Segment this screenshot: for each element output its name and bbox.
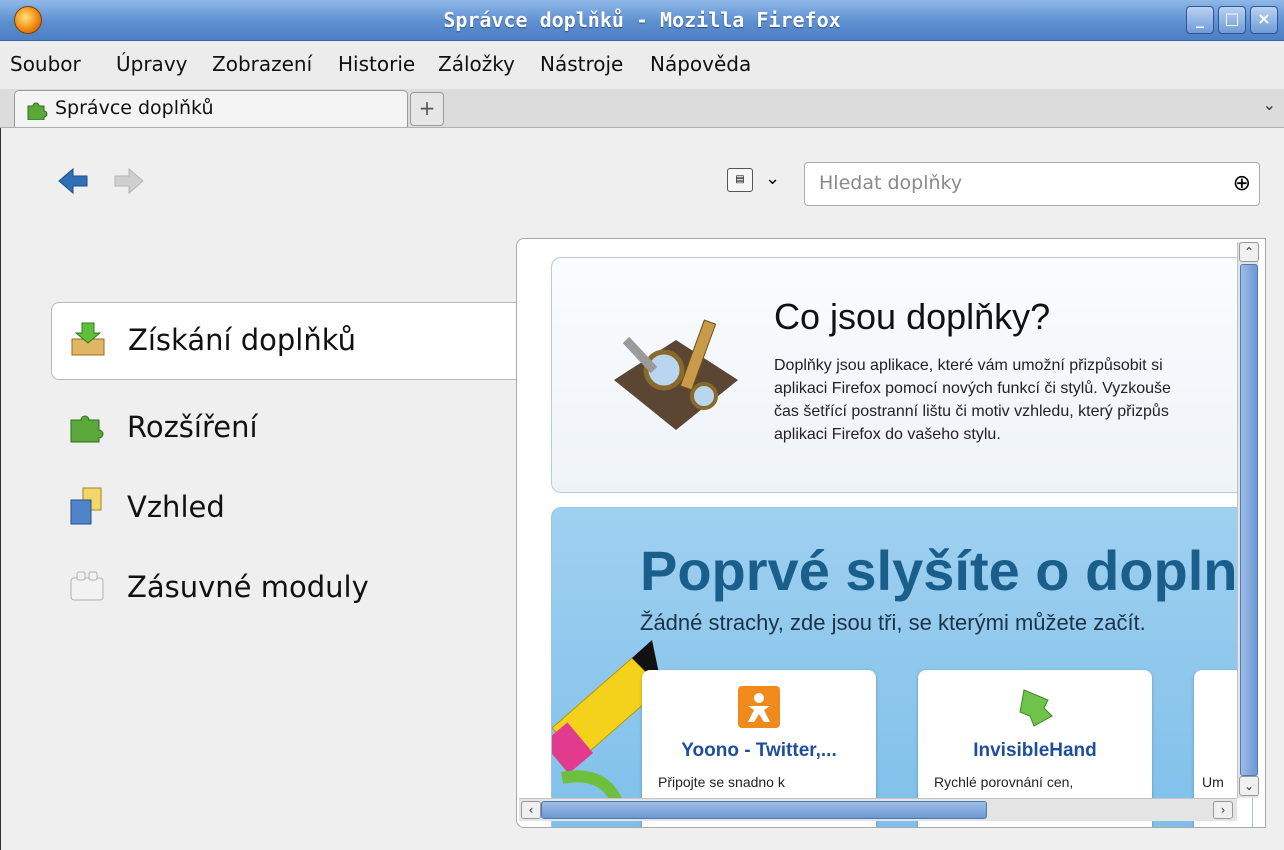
discover-panel: Co jsou doplňky? Doplňky jsou aplikace, … (516, 238, 1266, 828)
search-input[interactable] (817, 171, 1201, 195)
addons-manager-page: ▤ ⌄ ⊕ Získání doplňků Rozšíření Vzhled Z… (0, 128, 1284, 850)
intro-line: Doplňky jsou aplikace, které vám umožní … (774, 357, 1163, 374)
get-addons-icon (71, 322, 105, 356)
intro-title: Co jsou doplňky? (774, 296, 1051, 337)
menu-nastroje[interactable]: Nástroje (540, 52, 623, 76)
yoono-logo-icon (738, 686, 780, 728)
menu-soubor[interactable]: Soubor (10, 52, 81, 76)
addon-description: Rychlé porovnání cen, (934, 774, 1074, 790)
search-options-icon[interactable]: ▤ (727, 168, 753, 192)
scroll-down-arrow-icon[interactable]: ⌄ (1239, 776, 1259, 796)
menu-bar: Soubor Úpravy Zobrazení Historie Záložky… (0, 41, 1284, 89)
puzzle-icon (27, 102, 48, 120)
horizontal-scroll-thumb[interactable] (541, 801, 987, 819)
puzzle-icon (70, 415, 104, 443)
minimize-button[interactable]: _ (1186, 6, 1214, 34)
promo-subheading: Žádné strachy, zde jsou tři, se kterými … (640, 610, 1146, 635)
menu-zobrazeni[interactable]: Zobrazení (212, 52, 312, 76)
category-appearance[interactable]: Vzhled (51, 470, 521, 546)
tab-bar: Správce doplňků + ⌄ (0, 89, 1284, 128)
category-label: Vzhled (127, 490, 225, 524)
menu-upravy[interactable]: Úpravy (116, 52, 187, 76)
binoculars-icon[interactable]: ⊕ (1233, 171, 1251, 196)
tab-list-chevron-icon[interactable]: ⌄ (1263, 95, 1276, 114)
category-label: Získání doplňků (128, 323, 357, 357)
appearance-icon (70, 487, 102, 525)
intro-line: čas šetřící postranní lištu či motiv vzh… (774, 403, 1169, 420)
addon-description: Připojte se snadno k (658, 774, 785, 790)
scroll-up-arrow-icon[interactable]: ⌃ (1239, 242, 1259, 262)
addon-description: Um (1202, 774, 1224, 790)
intro-description: Doplňky jsou aplikace, které vám umožní … (774, 354, 1252, 446)
scroll-right-arrow-icon[interactable]: › (1213, 801, 1233, 819)
intro-line: aplikaci Firefox do vašeho stylu. (774, 426, 1001, 443)
tab-label: Správce doplňků (55, 97, 214, 119)
search-box[interactable]: ⊕ (804, 162, 1260, 206)
vertical-scrollbar[interactable]: ⌃ ⌄ (1237, 242, 1259, 798)
title-bar: Správce doplňků - Mozilla Firefox _ □ × (0, 0, 1284, 41)
horizontal-scrollbar[interactable]: ‹ › (519, 798, 1237, 821)
category-extensions[interactable]: Rozšíření (51, 390, 521, 466)
forward-arrow-icon[interactable] (111, 166, 145, 196)
category-get-addons[interactable]: Získání doplňků (51, 302, 522, 380)
tab-addons-manager[interactable]: Správce doplňků (14, 90, 408, 127)
intro-line: aplikaci Firefox pomocí nových funkcí či… (774, 380, 1171, 397)
featured-addons-card: Poprvé slyšíte o dopln Žádné strachy, zd… (551, 507, 1253, 827)
addon-name[interactable]: Yoono - Twitter,... (642, 740, 876, 762)
addon-name[interactable]: InvisibleHand (918, 740, 1152, 762)
back-arrow-icon[interactable] (57, 166, 91, 196)
category-plugins[interactable]: Zásuvné moduly (51, 550, 521, 626)
window-title: Správce doplňků - Mozilla Firefox (443, 8, 841, 32)
what-are-addons-card: Co jsou doplňky? Doplňky jsou aplikace, … (551, 257, 1253, 493)
menu-zalozky[interactable]: Záložky (438, 52, 515, 76)
category-label: Rozšíření (127, 410, 258, 444)
promo-heading: Poprvé slyšíte o dopln (640, 539, 1238, 602)
menu-historie[interactable]: Historie (338, 52, 415, 76)
tools-illustration-icon (614, 319, 738, 430)
vertical-scroll-thumb[interactable] (1240, 264, 1258, 776)
close-button[interactable]: × (1250, 6, 1278, 34)
menu-napoveda[interactable]: Nápověda (650, 52, 751, 76)
category-label: Zásuvné moduly (127, 570, 369, 604)
new-tab-button[interactable]: + (410, 92, 444, 126)
invisiblehand-logo-icon (1019, 689, 1053, 727)
search-options-chevron-icon[interactable]: ⌄ (765, 168, 780, 189)
scroll-left-arrow-icon[interactable]: ‹ (521, 801, 541, 819)
plugin-icon (70, 571, 104, 601)
maximize-button[interactable]: □ (1218, 6, 1246, 34)
